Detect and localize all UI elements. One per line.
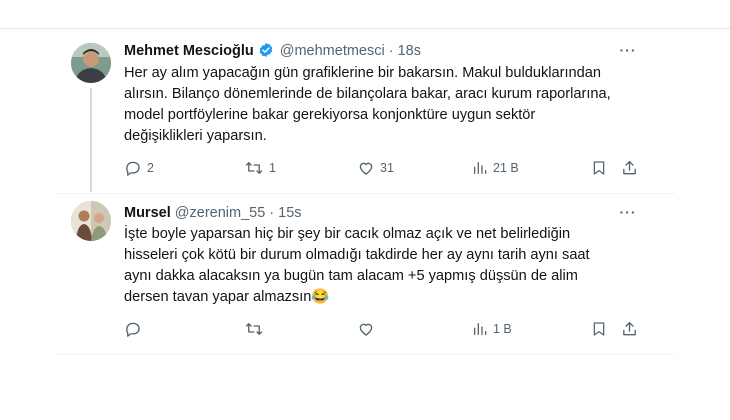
reply-button[interactable]	[124, 318, 147, 340]
tweet-header: Mursel @zerenim_55 · 15s	[124, 204, 302, 222]
retweet-icon	[245, 323, 263, 335]
share-icon	[623, 321, 636, 336]
author-name[interactable]: Mursel	[124, 205, 171, 221]
share-button[interactable]	[621, 318, 638, 340]
retweet-button[interactable]	[244, 318, 269, 340]
views-button[interactable]: 1 B	[472, 318, 512, 340]
reply-icon	[126, 322, 140, 337]
tweet-text: İşte boyle yaparsan hiç bir şey bir cacı…	[124, 226, 590, 305]
more-icon[interactable]: ···	[618, 205, 638, 224]
views-count: 1 B	[493, 322, 512, 336]
author-handle[interactable]: @zerenim_55	[175, 205, 265, 221]
avatar[interactable]	[71, 201, 111, 241]
bookmark-icon	[593, 322, 605, 336]
tweet-divider	[55, 354, 675, 355]
like-button[interactable]	[357, 318, 380, 340]
bookmark-button[interactable]	[591, 318, 607, 340]
tweet-actions: 1 B	[0, 318, 730, 340]
views-icon	[474, 323, 487, 335]
heart-icon	[359, 323, 373, 336]
tweet-2[interactable]: Mursel @zerenim_55 · 15s ··· İşte boyle …	[0, 0, 730, 360]
tweet-time[interactable]: · 15s	[269, 205, 301, 221]
